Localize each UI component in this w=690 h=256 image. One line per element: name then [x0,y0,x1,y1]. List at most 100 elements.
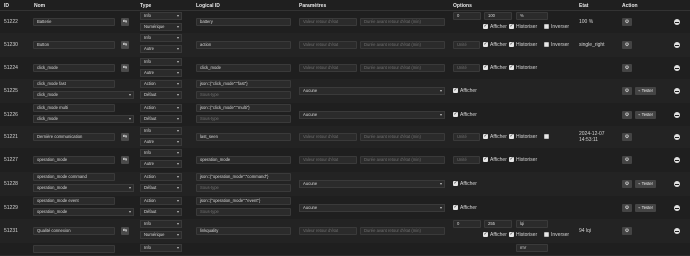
type-select[interactable]: Info ▾ [140,149,182,157]
name-input[interactable]: Batterie [33,18,115,26]
display-checkbox[interactable] [453,180,458,186]
unit-input[interactable]: Unité [453,41,480,49]
type-select[interactable]: Action ▾ [140,197,182,205]
linked-info-select[interactable]: operation_mode ▾ [33,208,134,216]
remove-icon[interactable] [674,65,680,71]
type-select[interactable]: Info ▾ [140,220,182,228]
name-input[interactable]: operation_mode [33,156,115,164]
subtype-select[interactable]: Défaut ▾ [140,184,182,192]
logical-id-input[interactable]: json::{"click_mode":"fast"} [196,80,291,88]
name-input[interactable]: operation_mode command [33,173,115,181]
invert-checkbox[interactable] [544,232,549,237]
invert-checkbox[interactable] [544,134,549,139]
configure-icon[interactable]: ⇆ [121,156,129,164]
display-checkbox[interactable] [483,133,488,139]
gear-icon[interactable]: ⚙ [622,64,632,72]
gear-icon[interactable]: ⚙ [622,111,632,119]
configure-icon[interactable]: ⇆ [121,18,129,26]
display-checkbox[interactable] [483,41,488,47]
remove-icon[interactable] [674,205,680,211]
logical-id-input[interactable]: json::{"operation_mode":"command"} [196,173,291,181]
param-select[interactable]: Aucune ▾ [299,111,445,119]
gear-icon[interactable]: ⚙ [622,204,632,212]
name-input[interactable]: Qualité connexion [33,227,115,235]
test-button[interactable]: ⌁ Tester [635,204,657,212]
type-select[interactable]: Info ▾ [140,244,182,252]
unit-input[interactable]: Unité [453,156,480,164]
configure-icon[interactable]: ⇆ [121,227,129,235]
display-checkbox[interactable] [453,111,458,117]
gear-icon[interactable]: ⚙ [622,87,632,95]
remove-icon[interactable] [674,42,680,48]
max-input[interactable]: 100 [484,12,512,20]
return-delay-input[interactable]: Durée avant retour d'état (min) [360,227,445,235]
logical-id-input[interactable]: click_mode [196,64,291,72]
type-select[interactable]: Info ▾ [140,34,182,42]
logical-id-input[interactable]: action [196,41,291,49]
historize-checkbox[interactable] [509,41,514,47]
linked-info-select[interactable]: operation_mode ▾ [33,184,134,192]
historize-checkbox[interactable] [509,23,514,29]
subtype-placeholder-input[interactable]: Sous-type [196,184,291,192]
subtype-select[interactable]: Autre ▾ [140,160,182,168]
return-delay-input[interactable]: Durée avant retour d'état (min) [360,156,445,164]
historize-checkbox[interactable] [509,231,514,237]
test-button[interactable]: ⌁ Tester [635,111,657,119]
name-input[interactable]: operation_mode event [33,197,115,205]
unit-input[interactable]: mV [516,244,548,252]
return-state-input[interactable]: Valeur retour d'état [299,227,357,235]
remove-icon[interactable] [674,157,680,163]
name-input[interactable]: Dernière communication [33,133,115,141]
param-select[interactable]: Aucune ▾ [299,180,445,188]
return-state-input[interactable]: Valeur retour d'état [299,64,357,72]
display-checkbox[interactable] [483,156,488,162]
unit-input[interactable]: % [516,12,548,20]
name-input[interactable]: click_mode [33,64,115,72]
gear-icon[interactable]: ⚙ [622,133,632,141]
name-input[interactable]: click_mode fast [33,80,115,88]
return-state-input[interactable]: Valeur retour d'état [299,41,357,49]
return-state-input[interactable]: Valeur retour d'état [299,18,357,26]
return-delay-input[interactable]: Durée avant retour d'état (min) [360,18,445,26]
logical-id-input[interactable]: battery [196,18,291,26]
display-checkbox[interactable] [453,87,458,93]
subtype-select[interactable]: Numérique ▾ [140,23,182,31]
configure-icon[interactable]: ⇆ [121,64,129,72]
invert-checkbox[interactable] [544,42,549,47]
test-button[interactable]: ⌁ Tester [635,180,657,188]
remove-icon[interactable] [674,88,680,94]
return-delay-input[interactable]: Durée avant retour d'état (min) [360,133,445,141]
type-select[interactable]: Info ▾ [140,12,182,20]
invert-checkbox[interactable] [544,24,549,29]
historize-checkbox[interactable] [509,156,514,162]
gear-icon[interactable]: ⚙ [622,227,632,235]
display-checkbox[interactable] [483,231,488,237]
param-select[interactable]: Aucune ▾ [299,87,445,95]
configure-icon[interactable]: ⇆ [121,41,129,49]
subtype-select[interactable]: Défaut ▾ [140,91,182,99]
return-state-input[interactable]: Valeur retour d'état [299,133,357,141]
gear-icon[interactable]: ⚙ [622,156,632,164]
subtype-select[interactable]: Autre ▾ [140,69,182,77]
test-button[interactable]: ⌁ Tester [635,87,657,95]
subtype-select[interactable]: Numérique ▾ [140,231,182,239]
name-input[interactable]: Button [33,41,115,49]
display-checkbox[interactable] [483,23,488,29]
logical-id-input[interactable]: operation_mode [196,156,291,164]
return-state-input[interactable]: Valeur retour d'état [299,156,357,164]
subtype-placeholder-input[interactable]: Sous-type [196,115,291,123]
min-input[interactable]: 0 [453,12,481,20]
remove-icon[interactable] [674,228,680,234]
type-select[interactable]: Info ▾ [140,58,182,66]
subtype-placeholder-input[interactable]: Sous-type [196,208,291,216]
unit-input[interactable]: Unité [453,64,480,72]
remove-icon[interactable] [674,134,680,140]
subtype-select[interactable]: Autre ▾ [140,45,182,53]
remove-icon[interactable] [674,181,680,187]
historize-checkbox[interactable] [509,64,514,70]
type-select[interactable]: Action ▾ [140,104,182,112]
configure-icon[interactable]: ⇆ [121,133,129,141]
name-input[interactable]: click_mode multi [33,104,115,112]
linked-info-select[interactable]: click_mode ▾ [33,115,134,123]
remove-icon[interactable] [674,112,680,118]
